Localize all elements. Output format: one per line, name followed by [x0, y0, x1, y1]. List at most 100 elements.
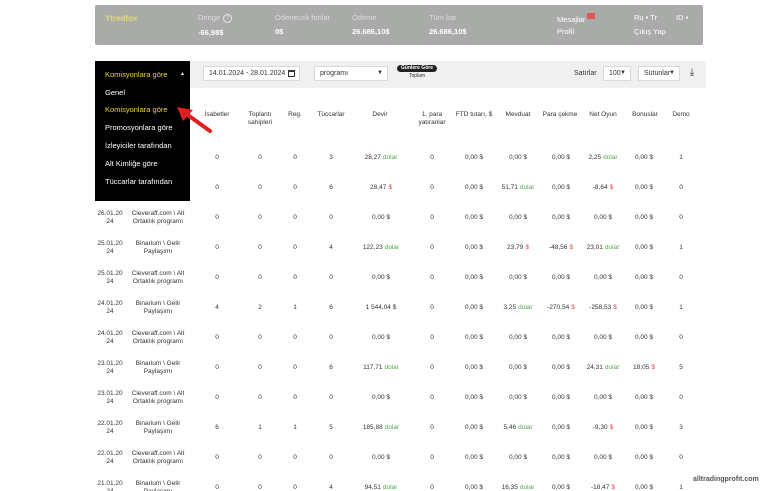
- cell-hits: 0: [202, 334, 232, 341]
- cell-traders: 6: [313, 304, 349, 311]
- cell-value: 1 544,04 $: [365, 304, 397, 311]
- cell-program: Binarium \ Gelir Paylaşımı: [135, 480, 181, 491]
- language-switch[interactable]: Ru • Tr: [634, 13, 657, 22]
- cell-value: 185,88: [362, 424, 383, 431]
- cell-value: 2,25: [588, 154, 602, 161]
- group-toggle[interactable]: Günlere Göre Toplam: [397, 65, 437, 81]
- messages-link[interactable]: Mesajlar: [557, 13, 596, 24]
- cell-withdraw: 0,00 $: [538, 394, 584, 401]
- cell-devir: 0,00 $: [357, 394, 405, 401]
- cell-demo: 3: [668, 424, 694, 431]
- cell-value: 1: [293, 424, 297, 431]
- cell-value: 0: [329, 394, 333, 401]
- cell-value: 0,00 $: [551, 274, 571, 281]
- col-header-bonuses[interactable]: Bonuslar: [626, 111, 664, 119]
- top-bar: Ytredfox Denge? -66,98$ Ödenecek fonlar …: [95, 5, 703, 45]
- cell-hits: 0: [202, 364, 232, 371]
- table-row: 24.01.20 24 Binarium \ Gelir Paylaşımı 4 2 1…: [95, 297, 703, 327]
- cell-demo: 1: [668, 304, 694, 311]
- cell-value: 0,00 $: [464, 184, 484, 191]
- cell-value: 0,00 $: [593, 394, 613, 401]
- cell-value: 0,00 $: [464, 454, 484, 461]
- id-dropdown[interactable]: ID •: [676, 13, 688, 22]
- cell-value: 0,00 $: [551, 214, 571, 221]
- cell-value: 0: [215, 184, 219, 191]
- col-header-first-deposits[interactable]: 1. para yatıranlar: [414, 111, 450, 127]
- col-header-demo[interactable]: Demo: [668, 111, 694, 119]
- cell-ftd: 0: [414, 184, 450, 191]
- date-range-picker[interactable]: 14.01.2024 - 28.01.2024: [203, 66, 300, 81]
- profile-link[interactable]: Profil: [557, 27, 574, 36]
- cell-value: 0: [258, 484, 262, 491]
- cell-value: 0,00 $: [634, 334, 654, 341]
- cell-value: 0,00 $: [508, 454, 528, 461]
- cell-deposit: 3,25 dolar: [495, 304, 541, 311]
- dropdown-item-by-promos[interactable]: Promosyonlara göre: [105, 123, 173, 132]
- total-button[interactable]: Toplam: [397, 73, 437, 79]
- chevron-down-icon: ▼: [669, 70, 675, 76]
- cell-value: 1: [679, 304, 683, 311]
- cell-value: 0: [679, 334, 683, 341]
- col-header-deposit[interactable]: Mevduat: [500, 111, 536, 119]
- cell-reg: 0: [284, 274, 306, 281]
- table-row: 22.01.20 24 Binarium \ Gelir Paylaşımı 6 1 1…: [95, 417, 703, 447]
- cell-withdraw: -48,56 $: [538, 244, 584, 251]
- cell-demo: 1: [668, 484, 694, 491]
- cell-value: 0,00 $: [551, 424, 571, 431]
- cell-value: 3: [679, 424, 683, 431]
- cell-net: 23,01 dolar: [580, 244, 626, 251]
- cell-ftd: 0: [414, 214, 450, 221]
- col-header-withdrawal[interactable]: Para çekme: [540, 111, 580, 119]
- cell-hosts: 0: [241, 214, 279, 221]
- cell-value: 0: [329, 214, 333, 221]
- cell-date: 25.01.20 24: [97, 240, 123, 255]
- cell-value: 0: [430, 154, 434, 161]
- cell-date: 23.01.20 24: [97, 390, 123, 405]
- mail-badge-icon: [587, 13, 596, 19]
- cell-withdraw: -270,54 $: [538, 304, 584, 311]
- dropdown-item-by-viewers[interactable]: İzleyiciler tarafından: [105, 141, 172, 150]
- cell-bonus: 0,00 $: [622, 484, 666, 491]
- cell-value: 0: [430, 394, 434, 401]
- dropdown-item-by-traders[interactable]: Tüccarlar tarafından: [105, 177, 172, 186]
- col-header-ftd-amount[interactable]: FTD tutarı, $: [453, 111, 495, 119]
- col-header-hosts[interactable]: Toplantı sahipleri: [241, 111, 279, 127]
- cell-program: Cleveraff.com \ Alt Ortaklık programı: [131, 270, 185, 285]
- balance-value: -66,98$: [198, 27, 224, 37]
- cell-hosts: 1: [241, 424, 279, 431]
- download-icon[interactable]: ⤓: [687, 67, 697, 79]
- logout-link[interactable]: Çıkış Yap: [634, 27, 666, 36]
- cell-deposit: 0,00 $: [495, 214, 541, 221]
- cell-traders: 4: [313, 244, 349, 251]
- cell-bonus: 0,00 $: [622, 214, 666, 221]
- currency-suffix: dolar: [384, 364, 399, 371]
- program-select[interactable]: programı ▼: [314, 66, 388, 81]
- cell-withdraw: 0,00 $: [538, 214, 584, 221]
- dropdown-item-by-subid[interactable]: Alt Kimliğe göre: [105, 159, 158, 168]
- cell-value: 28,47: [370, 184, 387, 191]
- username[interactable]: Ytredfox: [105, 14, 137, 23]
- cell-value: 0,00 $: [464, 484, 484, 491]
- cell-bonus: 18,05 $: [622, 364, 666, 371]
- cell-value: -258,53: [589, 304, 612, 311]
- cell-value: 4: [215, 304, 219, 311]
- cell-value: 0,00 $: [634, 214, 654, 221]
- dropdown-item-by-commissions[interactable]: Komisyonlara göre: [105, 105, 168, 114]
- rows-select[interactable]: 100 ▼: [603, 66, 631, 81]
- cell-ftd: 0: [414, 244, 450, 251]
- columns-select[interactable]: Sütunlar ▼: [638, 66, 680, 81]
- col-header-traders[interactable]: Tüccarlar: [313, 111, 349, 119]
- info-icon[interactable]: ?: [223, 13, 233, 23]
- col-header-net-game[interactable]: Net Oyun: [584, 111, 622, 119]
- cell-value: 23,79: [507, 244, 524, 251]
- col-header-reg[interactable]: Reg.: [284, 111, 306, 119]
- cell-value: 0: [258, 184, 262, 191]
- cell-value: 1: [679, 154, 683, 161]
- col-header-turnover[interactable]: Devir: [360, 111, 400, 119]
- cell-hosts: 2: [241, 304, 279, 311]
- payment-value: 26.686,10$: [352, 27, 390, 36]
- cell-hosts: 0: [241, 154, 279, 161]
- group-by-days-button[interactable]: Günlere Göre: [397, 65, 437, 72]
- dropdown-selected[interactable]: Komisyonlara göre: [105, 70, 168, 79]
- dropdown-item-general[interactable]: Genel: [105, 88, 125, 97]
